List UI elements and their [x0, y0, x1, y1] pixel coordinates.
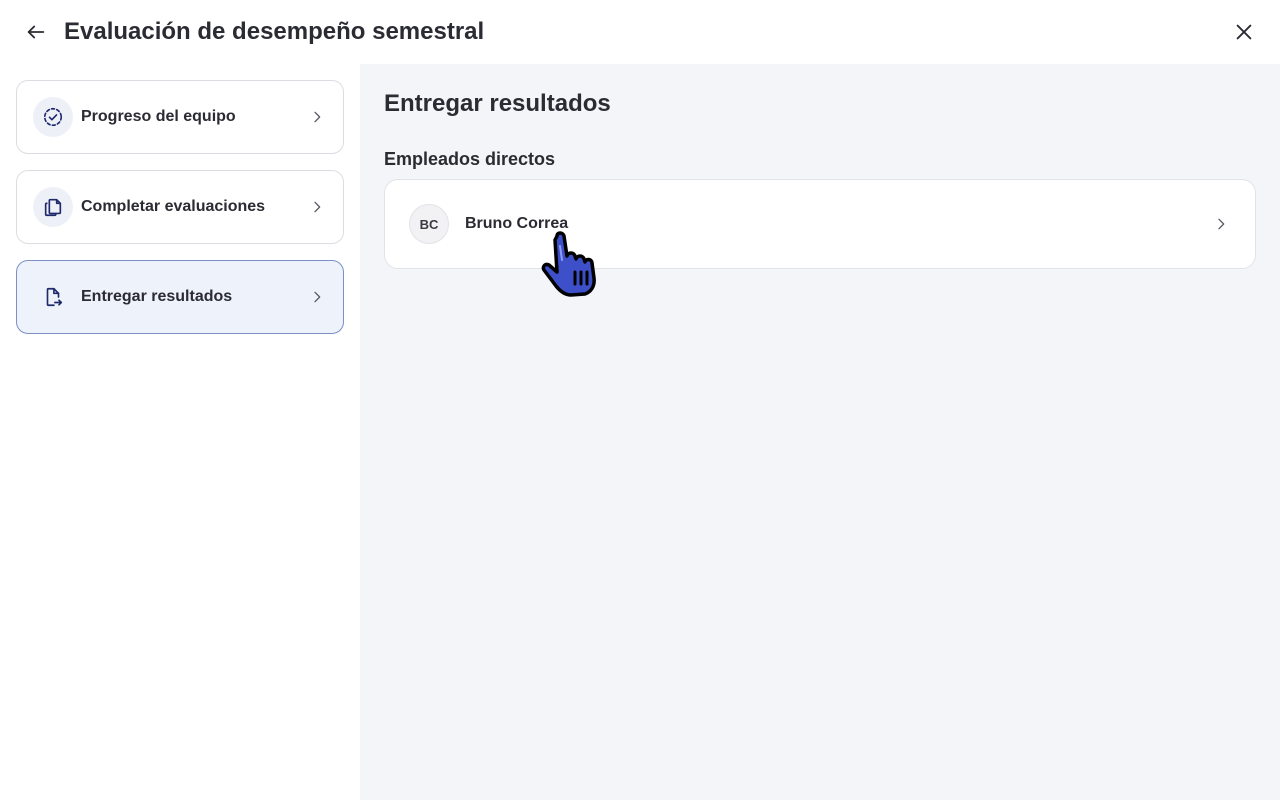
- employee-row[interactable]: BC Bruno Correa: [384, 179, 1256, 269]
- sidebar: Progreso del equipo Completar evaluacion…: [0, 64, 360, 800]
- sidebar-item-entregar-resultados[interactable]: Entregar resultados: [16, 260, 344, 334]
- chevron-right-icon: [307, 287, 327, 307]
- close-icon: [1236, 24, 1252, 40]
- dashed-circle-check-icon: [33, 97, 73, 137]
- back-button[interactable]: [20, 16, 52, 48]
- chevron-right-icon: [307, 107, 327, 127]
- header: Evaluación de desempeño semestral: [0, 0, 1280, 64]
- chevron-right-icon: [1211, 214, 1231, 234]
- page-title: Evaluación de desempeño semestral: [64, 18, 485, 45]
- sidebar-item-progreso-del-equipo[interactable]: Progreso del equipo: [16, 80, 344, 154]
- chevron-right-icon: [307, 197, 327, 217]
- section-title: Entregar resultados: [384, 90, 611, 117]
- employees-section-label: Empleados directos: [384, 149, 556, 169]
- close-button[interactable]: [1228, 16, 1260, 48]
- employee-name: Bruno Correa: [465, 215, 569, 232]
- sidebar-item-label: Progreso del equipo: [81, 108, 236, 125]
- main-panel: Entregar resultados Empleados directos B…: [360, 64, 1280, 800]
- sidebar-item-completar-evaluaciones[interactable]: Completar evaluaciones: [16, 170, 344, 244]
- file-export-icon: [33, 277, 73, 317]
- avatar: BC: [409, 204, 449, 244]
- sidebar-item-label: Entregar resultados: [81, 288, 233, 305]
- arrow-left-icon: [27, 25, 45, 39]
- sidebar-item-label: Completar evaluaciones: [81, 198, 266, 215]
- copy-documents-icon: [33, 187, 73, 227]
